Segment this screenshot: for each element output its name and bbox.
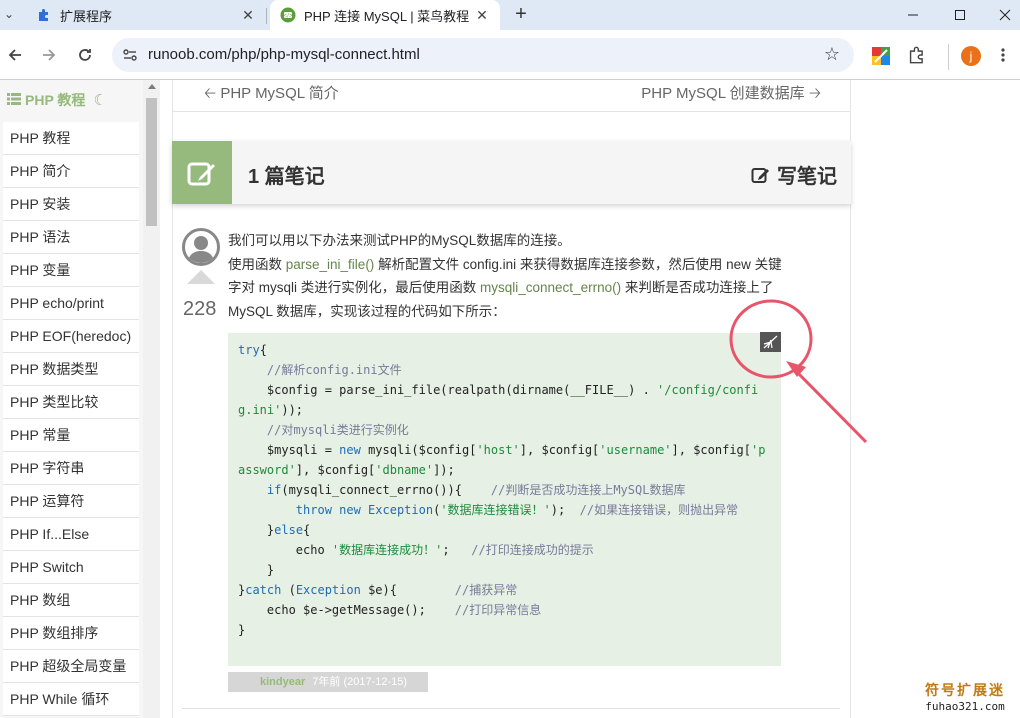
arrow-right-icon [43, 49, 56, 61]
code-text[interactable]: try{ //解析config.ini文件 $config = parse_in… [238, 340, 771, 640]
extensions-button[interactable] [904, 42, 930, 68]
tab-runoob[interactable]: </> PHP 连接 MySQL | 菜鸟教程 ✕ [270, 0, 500, 30]
reload-button[interactable] [72, 42, 98, 68]
sidebar-item[interactable]: PHP If...Else [3, 518, 139, 551]
prev-link[interactable]: 🡠 PHP MySQL 简介 [204, 82, 339, 108]
sidebar-item[interactable]: PHP 数据类型 [3, 353, 139, 386]
note-author-bar: kindyear 7年前 (2017-12-15) [228, 672, 428, 692]
notes-count: 1 篇笔记 [248, 166, 325, 188]
watermark-title: 符号扩展迷 [925, 682, 1005, 698]
sidebar-item[interactable]: PHP 运算符 [3, 485, 139, 518]
puzzle-icon [909, 46, 923, 64]
sidebar-item[interactable]: PHP 语法 [3, 221, 139, 254]
user-avatar [182, 228, 220, 266]
author-name[interactable]: kindyear [260, 676, 305, 688]
moon-icon[interactable]: ☾ [93, 91, 106, 109]
puzzle-icon [36, 7, 52, 23]
edit-icon [187, 162, 215, 185]
sidebar-item[interactable]: PHP 类型比较 [3, 386, 139, 419]
runoob-logo-icon: </> [280, 7, 296, 23]
next-link-label: PHP MySQL 创建数据库 [641, 85, 805, 102]
address-bar[interactable]: runoob.com/php/php-mysql-connect.html ☆ [112, 38, 854, 72]
edit-icon-box [172, 141, 232, 204]
tab-search-icon[interactable]: ⌄ [4, 7, 14, 21]
scrollbar-thumb[interactable] [146, 98, 157, 226]
sidebar-item[interactable]: PHP EOF(heredoc) [3, 320, 139, 353]
sidebar-item[interactable]: PHP 变量 [3, 254, 139, 287]
watermark-url: fuhao321.com [925, 700, 1005, 713]
tab-title: 扩展程序 [60, 8, 113, 24]
sidebar-item[interactable]: PHP 字符串 [3, 452, 139, 485]
browser-toolbar: runoob.com/php/php-mysql-connect.html ☆ [0, 30, 1020, 80]
copy-icon [763, 335, 778, 349]
close-icon[interactable]: ✕ [474, 7, 490, 23]
function-link[interactable]: parse_ini_file() [286, 257, 375, 272]
arrow-left-icon: 🡠 [204, 85, 217, 102]
bookmark-star-icon[interactable]: ☆ [824, 44, 840, 65]
maximize-button[interactable] [937, 0, 983, 30]
sidebar-item[interactable]: PHP Switch [3, 551, 139, 584]
sidebar-list: PHP 教程 PHP 简介 PHP 安装 PHP 语法 PHP 变量 PHP echo/p… [3, 122, 139, 716]
prev-next-nav: 🡠 PHP MySQL 简介 PHP MySQL 创建数据库 🡢 [172, 80, 851, 112]
tutorial-sidebar: PHP 教程 ☾ PHP 教程 PHP 简介 PHP 安装 PHP 语法 PHP 变量 P… [0, 80, 143, 718]
next-link[interactable]: PHP MySQL 创建数据库 🡢 [641, 82, 821, 108]
notes-header: 1 篇笔记 写笔记 [172, 141, 851, 204]
arrow-right-icon: 🡢 [808, 85, 821, 102]
write-note-label: 写笔记 [777, 166, 837, 188]
text-fragment: 使用函数 [228, 256, 286, 272]
toolbar-divider [948, 44, 949, 70]
tab-extensions[interactable]: 扩展程序 ✕ [26, 0, 266, 30]
sidebar-item[interactable]: PHP While 循环 [3, 683, 139, 716]
scroll-up-icon[interactable] [148, 84, 156, 89]
profile-avatar[interactable]: j [961, 46, 981, 66]
kebab-menu-icon [1001, 48, 1005, 62]
color-extension-icon[interactable] [872, 47, 890, 65]
sidebar-header: PHP 教程 ☾ [0, 86, 143, 114]
sidebar-item[interactable]: PHP 数组 [3, 584, 139, 617]
tab-separator [266, 8, 267, 24]
minimize-icon [908, 14, 918, 16]
window-close-button[interactable] [982, 0, 1020, 30]
site-info-icon[interactable] [122, 47, 138, 63]
maximize-icon [955, 10, 965, 20]
code-block[interactable]: try{ //解析config.ini文件 $config = parse_in… [228, 333, 781, 666]
arrow-left-icon [8, 49, 21, 61]
note-description: 使用函数 parse_ini_file() 解析配置文件 config.ini … [228, 253, 784, 324]
copy-code-button[interactable] [760, 332, 781, 352]
user-icon [188, 236, 214, 263]
forward-button[interactable] [36, 42, 62, 68]
note-intro: 我们可以用以下办法来测试PHP的MySQL数据库的连接。 [228, 233, 571, 248]
sidebar-item[interactable]: PHP 安装 [3, 188, 139, 221]
svg-text:</>: </> [283, 13, 293, 19]
edit-icon [751, 167, 769, 183]
back-button[interactable] [2, 42, 28, 68]
note-body: 我们可以用以下办法来测试PHP的MySQL数据库的连接。 使用函数 parse_… [228, 229, 784, 323]
minimize-button[interactable] [890, 0, 936, 30]
sidebar-item[interactable]: PHP 超级全局变量 [3, 650, 139, 683]
sidebar-scrollbar[interactable] [143, 80, 160, 718]
vote-count: 228 [183, 298, 217, 320]
sidebar-item[interactable]: PHP 常量 [3, 419, 139, 452]
divider [182, 708, 840, 709]
site-watermark: 符号扩展迷 fuhao321.com [920, 680, 1010, 713]
write-note-button[interactable]: 写笔记 [751, 160, 837, 189]
close-icon [999, 9, 1011, 21]
sidebar-item[interactable]: PHP 简介 [3, 155, 139, 188]
sidebar-item[interactable]: PHP echo/print [3, 287, 139, 320]
new-tab-button[interactable]: + [510, 4, 532, 26]
note-time: 7年前 (2017-12-15) [312, 676, 408, 688]
sidebar-item[interactable]: PHP 数组排序 [3, 617, 139, 650]
sidebar-item[interactable]: PHP 教程 [3, 122, 139, 155]
sidebar-title: PHP 教程 [25, 92, 86, 108]
upvote-arrow-icon[interactable] [187, 270, 215, 284]
prev-link-label: PHP MySQL 简介 [220, 85, 339, 102]
function-link[interactable]: mysqli_connect_errno() [480, 280, 621, 295]
close-icon[interactable]: ✕ [240, 7, 256, 23]
chrome-menu-button[interactable] [990, 42, 1016, 68]
tab-strip: ⌄ 扩展程序 ✕ </> PHP 连接 MySQL | 菜鸟教程 ✕ + [0, 0, 1020, 30]
list-icon [7, 92, 21, 108]
url-text: runoob.com/php/php-mysql-connect.html [148, 46, 420, 63]
reload-icon [79, 49, 91, 61]
tab-title: PHP 连接 MySQL | 菜鸟教程 [304, 8, 470, 24]
